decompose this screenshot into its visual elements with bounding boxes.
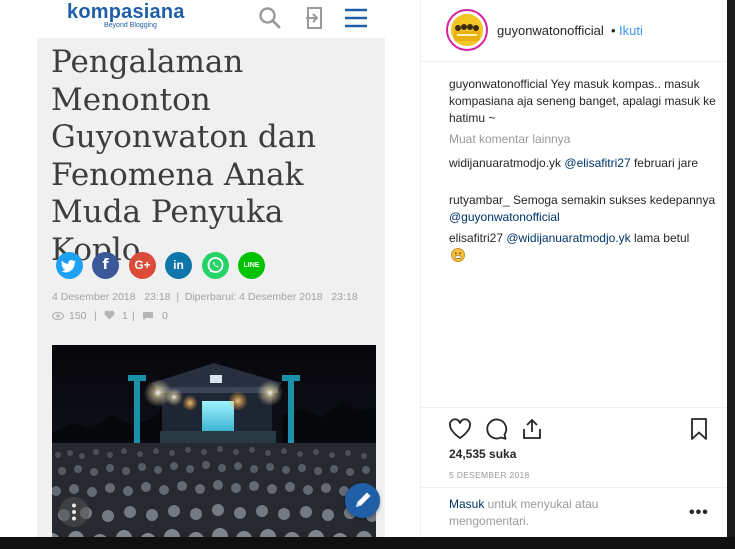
- likes-count: 1: [122, 310, 128, 322]
- google-plus-icon[interactable]: G+: [129, 252, 156, 279]
- comment-mention[interactable]: @guyonwatonofficial: [449, 210, 560, 224]
- comment-text: februari jare: [630, 156, 698, 170]
- post-actions: [421, 407, 728, 447]
- comment-mention[interactable]: @widijanuaratmodjo.yk: [506, 231, 630, 245]
- linkedin-icon[interactable]: in: [165, 252, 192, 279]
- post-caption: guyonwatonofficial Yey masuk kompas.. ma…: [449, 76, 719, 127]
- comment: rutyambar_ Semoga semakin sukses kedepan…: [449, 192, 719, 226]
- twitter-icon[interactable]: [56, 252, 83, 279]
- heart-icon[interactable]: [104, 310, 115, 320]
- bookmark-icon[interactable]: [686, 416, 712, 442]
- comment-text: lama betul: [630, 231, 690, 245]
- comment-icon[interactable]: [142, 311, 154, 321]
- kompasiana-logo[interactable]: kompasiana: [67, 1, 185, 24]
- facebook-icon[interactable]: f: [92, 252, 119, 279]
- separator-dot: •: [611, 23, 616, 38]
- instagram-panel: guyonwatonofficial • Ikuti guyonwatonoff…: [420, 0, 728, 537]
- stats-separator: |: [132, 310, 135, 322]
- line-icon[interactable]: LINE: [238, 252, 265, 279]
- eye-icon: [52, 311, 64, 321]
- comment: elisafitri27 @widijanuaratmodjo.yk lama …: [449, 230, 719, 247]
- share-icon[interactable]: [519, 416, 545, 442]
- page-background: [727, 0, 735, 537]
- screenshot: kompasiana Beyond Blogging Pengalaman Me…: [0, 0, 735, 549]
- login-prompt-text: Masuk untuk menyukai atau mengomentari.: [449, 496, 639, 530]
- comments-count: 0: [162, 310, 168, 322]
- concert-photo: [52, 345, 376, 549]
- comment-username[interactable]: widijanuaratmodjo.yk: [449, 156, 561, 170]
- search-icon[interactable]: [257, 5, 283, 31]
- comment-icon[interactable]: [483, 416, 509, 442]
- caption-username[interactable]: guyonwatonofficial: [449, 77, 548, 91]
- pencil-icon: [356, 492, 371, 507]
- stats-separator: |: [94, 310, 97, 322]
- login-link[interactable]: Masuk: [449, 497, 484, 511]
- post-header: guyonwatonofficial • Ikuti: [421, 0, 728, 62]
- comment-mention[interactable]: @elisafitri27: [564, 156, 630, 170]
- login-prompt: Masuk untuk menyukai atau mengomentari. …: [421, 487, 728, 537]
- comment: widijanuaratmodjo.yk @elisafitri27 febru…: [449, 155, 719, 172]
- heart-icon[interactable]: [447, 416, 473, 442]
- kompasiana-header: kompasiana Beyond Blogging: [0, 0, 420, 38]
- load-more-comments-button[interactable]: Muat komentar lainnya: [449, 132, 570, 146]
- more-options-button[interactable]: •••: [689, 504, 709, 522]
- article-meta: 4 Desember 2018 23:18 | Diperbarui: 4 De…: [52, 291, 358, 303]
- kompasiana-article-image: kompasiana Beyond Blogging Pengalaman Me…: [0, 0, 420, 549]
- more-options-button[interactable]: [59, 497, 89, 527]
- comment-username[interactable]: elisafitri27: [449, 231, 503, 245]
- follow-button[interactable]: Ikuti: [619, 23, 643, 38]
- views-count: 150: [69, 310, 87, 322]
- likes-count[interactable]: 24,535 suka: [449, 447, 516, 461]
- login-icon[interactable]: [303, 5, 329, 31]
- post-username[interactable]: guyonwatonofficial: [497, 23, 604, 38]
- kompasiana-tagline: Beyond Blogging: [104, 22, 157, 29]
- cropped-text-strip: [0, 537, 735, 549]
- whatsapp-icon[interactable]: [202, 252, 229, 279]
- comment-username[interactable]: rutyambar_: [449, 193, 510, 207]
- write-button[interactable]: [345, 483, 380, 518]
- avatar[interactable]: [446, 9, 488, 51]
- grimacing-face-emoji-icon: [451, 248, 465, 262]
- article-title: Pengalaman Menonton Guyonwaton dan Fenom…: [51, 44, 317, 268]
- article-card: Pengalaman Menonton Guyonwaton dan Fenom…: [37, 38, 385, 549]
- comment-text: Semoga semakin sukses kedepannya: [509, 193, 716, 207]
- post-date: 5 DESEMBER 2018: [449, 470, 530, 480]
- menu-icon[interactable]: [343, 5, 369, 31]
